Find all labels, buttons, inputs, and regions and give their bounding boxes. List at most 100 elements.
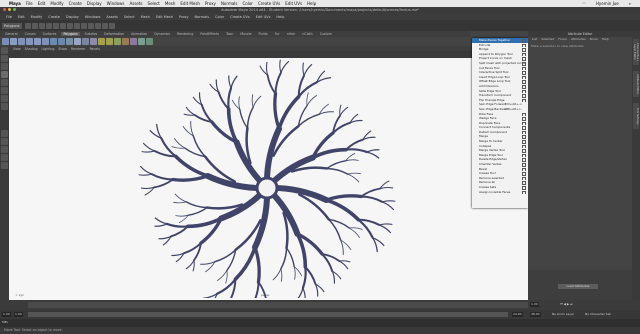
maya-menu-color[interactable]: Color	[215, 15, 224, 19]
extract-icon[interactable]	[66, 38, 73, 45]
maya-menu-file[interactable]: File	[6, 15, 12, 19]
viewport-panel[interactable]: View Shading Lighting Show Renderer Pane…	[9, 46, 528, 300]
viewport-menu-view[interactable]: View	[13, 47, 21, 51]
maya-menu-display[interactable]: Display	[66, 15, 79, 19]
shelf-tab-curves[interactable]: Curves	[23, 32, 38, 36]
menu-item[interactable]: Assign Invisible Faces	[472, 190, 528, 195]
shelf-tab-fluids[interactable]: Fluids	[256, 32, 269, 36]
select-component-icon[interactable]	[59, 22, 66, 29]
ae-menu-attributes[interactable]: Attributes	[571, 37, 586, 42]
menu-mesh[interactable]: Mesh	[165, 1, 176, 6]
select-object-icon[interactable]	[52, 22, 59, 29]
menu-select[interactable]: Select	[148, 1, 160, 6]
load-attributes-button[interactable]: Load Attributes	[558, 284, 598, 289]
poly-sphere-icon[interactable]	[2, 38, 9, 45]
menu-create[interactable]: Create	[69, 1, 82, 6]
maya-menu-create-uvs[interactable]: Create UVs	[230, 15, 250, 19]
shelf-tab-rendering[interactable]: Rendering	[175, 32, 195, 36]
select-hierarchy-icon[interactable]	[45, 22, 52, 29]
user-name[interactable]: Hyemin Jue	[596, 1, 619, 6]
viewport-menu-show[interactable]: Show	[58, 47, 67, 51]
poly-cube-icon[interactable]	[10, 38, 17, 45]
ae-menu-focus[interactable]: Focus	[558, 37, 567, 42]
graph-layout-icon[interactable]	[1, 154, 8, 161]
shelf-tab-deformation[interactable]: Deformation	[102, 32, 126, 36]
ae-menu-selected[interactable]: Selected	[541, 37, 554, 42]
viewport-toolbar[interactable]	[9, 51, 528, 58]
lasso-tool-icon[interactable]	[1, 55, 8, 62]
poly-plane-icon[interactable]	[34, 38, 41, 45]
tab-channel-box[interactable]: Channel Box / Layer Editor	[633, 39, 639, 65]
menu-windows[interactable]: Windows	[107, 1, 125, 6]
snap-grid-icon[interactable]	[66, 22, 73, 29]
paint-select-tool-icon[interactable]	[1, 63, 8, 70]
shelf-tab-custom[interactable]: Custom	[318, 32, 334, 36]
maya-menu-create[interactable]: Create	[48, 15, 60, 19]
poly-cone-icon[interactable]	[26, 38, 33, 45]
maya-menu-edit-uvs[interactable]: Edit UVs	[256, 15, 271, 19]
separate-icon[interactable]	[58, 38, 65, 45]
maya-menu-modify[interactable]: Modify	[31, 15, 43, 19]
save-scene-icon[interactable]	[38, 22, 45, 29]
shelf-tab-surfaces[interactable]: Surfaces	[41, 32, 59, 36]
minimize-window-icon[interactable]	[8, 8, 11, 11]
shelf-tab-muscle[interactable]: Muscle	[238, 32, 253, 36]
append-icon[interactable]	[114, 38, 121, 45]
tab-tool-settings[interactable]: Tool Settings	[633, 103, 639, 129]
poly-torus-icon[interactable]	[42, 38, 49, 45]
viewport-menu-panels[interactable]: Panels	[90, 47, 100, 51]
ae-menu-show[interactable]: Show	[590, 37, 598, 42]
open-scene-icon[interactable]	[31, 22, 38, 29]
shelf-tab-toon[interactable]: Toon	[224, 32, 235, 36]
select-tool-icon[interactable]	[1, 47, 8, 54]
render-settings-icon[interactable]	[108, 22, 115, 29]
bridge-icon[interactable]	[106, 38, 113, 45]
shelf-tab-ncloth[interactable]: nCloth	[300, 32, 314, 36]
menu-create-uvs[interactable]: Create UVs	[258, 1, 280, 6]
menu-edit-mesh[interactable]: Edit Mesh	[180, 1, 200, 6]
shelf-tab-animation[interactable]: Animation	[129, 32, 149, 36]
timeline-track[interactable]	[28, 302, 528, 308]
zoom-window-icon[interactable]	[13, 8, 16, 11]
maya-menu-select[interactable]: Select	[124, 15, 135, 19]
maya-menu-windows[interactable]: Windows	[85, 15, 101, 19]
maya-menu-edit[interactable]: Edit	[18, 15, 25, 19]
shelf-tab-fur[interactable]: Fur	[273, 32, 282, 36]
viewport-menu-shading[interactable]: Shading	[25, 47, 38, 51]
viewport-menu-renderer[interactable]: Renderer	[71, 47, 86, 51]
manipulator-tool-icon[interactable]	[1, 95, 8, 102]
new-scene-icon[interactable]	[24, 22, 31, 29]
shelf-tab-dynamics[interactable]: Dynamics	[152, 32, 172, 36]
outliner-layout-icon[interactable]	[1, 146, 8, 153]
maya-menu-mesh[interactable]: Mesh	[141, 15, 150, 19]
viewport-menu-lighting[interactable]: Lighting	[42, 47, 55, 51]
move-tool-icon[interactable]	[1, 71, 8, 78]
end-time-field[interactable]: 48.00	[530, 312, 541, 317]
ae-menu-help[interactable]: Help	[602, 37, 609, 42]
single-view-layout-icon[interactable]	[1, 130, 8, 137]
maya-menu-help[interactable]: Help	[276, 15, 284, 19]
split-icon[interactable]	[122, 38, 129, 45]
last-tool-icon[interactable]	[1, 103, 8, 110]
extrude-icon[interactable]	[98, 38, 105, 45]
maya-menu-assets[interactable]: Assets	[106, 15, 117, 19]
command-line[interactable]: MEL	[0, 319, 640, 327]
menu-set-dropdown[interactable]: Polygons	[2, 22, 22, 29]
maya-menu-normals[interactable]: Normals	[195, 15, 210, 19]
shelf-tab-subdivs[interactable]: Subdivs	[83, 32, 100, 36]
app-name[interactable]: Maya	[9, 1, 21, 6]
shelf-tab-painteffects[interactable]: PaintEffects	[198, 32, 221, 36]
menu-normals[interactable]: Normals	[221, 1, 238, 6]
search-icon[interactable]: ⌕	[629, 1, 631, 6]
shelf-tab-nhair[interactable]: nHair	[285, 32, 298, 36]
menu-color[interactable]: Color	[243, 1, 253, 6]
menu-edit[interactable]: Edit	[38, 1, 46, 6]
menu-edit-uvs[interactable]: Edit UVs	[285, 1, 302, 6]
menu-modify[interactable]: Modify	[50, 1, 63, 6]
menu-help[interactable]: Help	[307, 1, 316, 6]
playback-controls-icon[interactable]: ⏮ ◀ ▶ ⏭	[560, 302, 573, 306]
four-view-layout-icon[interactable]	[1, 138, 8, 145]
option-box-icon[interactable]	[522, 190, 526, 195]
start-time-field[interactable]: 1.00	[2, 312, 11, 317]
wifi-icon[interactable]: ◠	[582, 1, 586, 6]
